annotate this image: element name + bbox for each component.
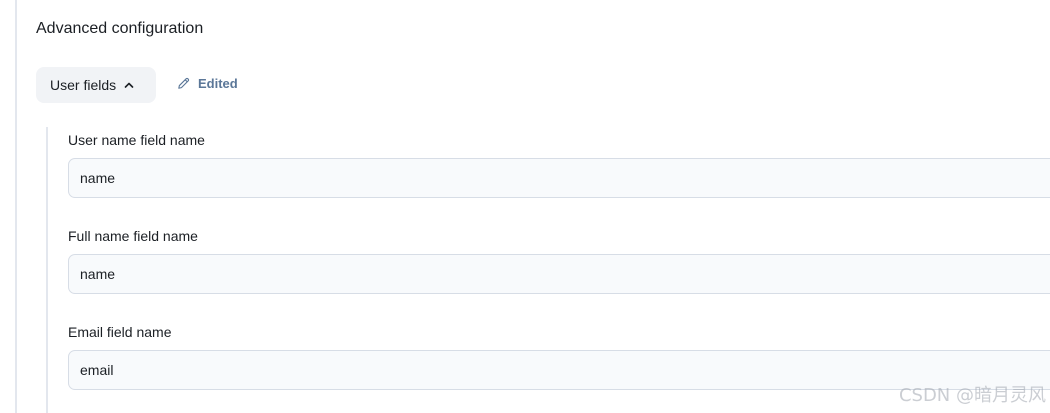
edited-status: Edited <box>176 76 238 91</box>
watermark-text: CSDN @暗月灵风 <box>898 385 1046 406</box>
toggle-label: User fields <box>50 77 117 93</box>
chevron-up-icon <box>123 79 135 91</box>
edited-label: Edited <box>198 76 238 91</box>
advanced-config-panel: Advanced configuration User fields Edite… <box>0 0 1050 413</box>
full-name-field-input[interactable] <box>68 254 1050 294</box>
user-name-field-label: User name field name <box>68 132 205 148</box>
user-fields-toggle-button[interactable]: User fields <box>36 67 156 103</box>
section-title: Advanced configuration <box>36 20 204 37</box>
email-field-label: Email field name <box>68 324 172 340</box>
section-divider <box>15 0 17 413</box>
user-name-field-input[interactable] <box>68 158 1050 198</box>
pencil-icon <box>176 76 191 91</box>
user-fields-group-divider <box>46 127 48 413</box>
full-name-field-label: Full name field name <box>68 228 198 244</box>
